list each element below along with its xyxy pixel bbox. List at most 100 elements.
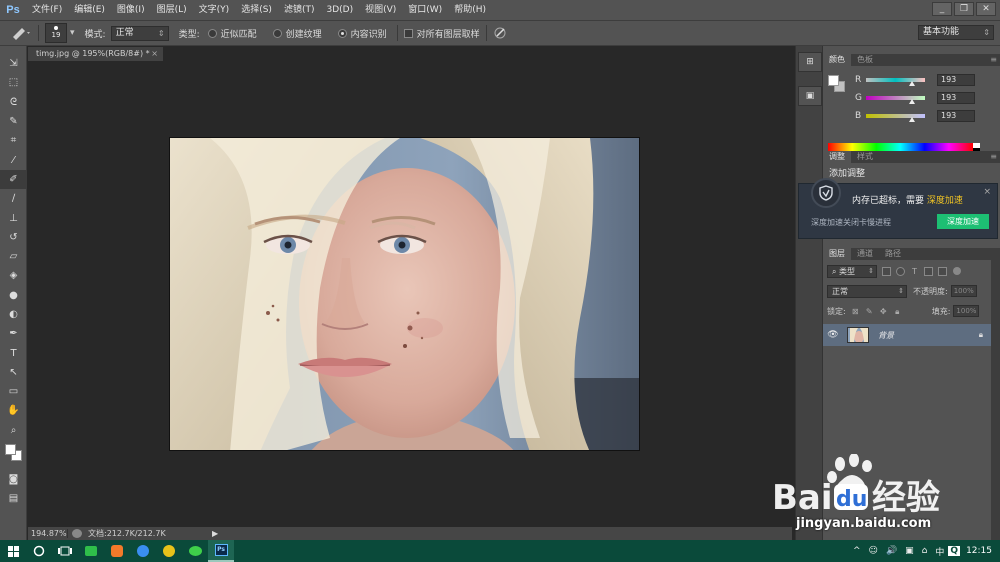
quick-mask-icon[interactable]: ◙ [0, 470, 27, 489]
fill-input[interactable]: 100% [953, 305, 980, 317]
history-panel-icon[interactable]: ⊞ [798, 52, 822, 72]
green-slider-thumb[interactable] [909, 99, 915, 104]
lock-position-icon[interactable]: ✥ [879, 307, 888, 316]
tab-adjustments[interactable]: 调整 [823, 151, 851, 163]
opacity-input[interactable]: 100% [950, 285, 977, 297]
screen-mode-icon[interactable]: ▤ [0, 489, 27, 508]
tray-overflow-icon[interactable]: ^ [849, 546, 865, 556]
close-document-icon[interactable]: × [151, 47, 158, 61]
brush-size-picker[interactable]: 19 [45, 23, 67, 43]
document-tab[interactable]: timg.jpg @ 195%(RGB/8#) * × [28, 47, 163, 61]
app-green-icon[interactable] [78, 540, 104, 562]
app-yellow-icon[interactable] [156, 540, 182, 562]
filter-adjustment-icon[interactable] [896, 266, 905, 276]
type-tool-icon[interactable]: T [0, 343, 27, 362]
path-select-tool-icon[interactable]: ↖ [0, 363, 27, 382]
menu-filter[interactable]: 滤镜(T) [278, 0, 321, 20]
clone-stamp-tool-icon[interactable]: ⊥ [0, 208, 27, 227]
zoom-tool-icon[interactable]: ⌕ [0, 421, 27, 440]
menu-3d[interactable]: 3D(D) [320, 0, 359, 20]
status-info-icon[interactable] [72, 529, 82, 538]
red-slider[interactable] [866, 78, 925, 86]
visibility-eye-icon[interactable]: 👁︎ [823, 330, 843, 340]
popup-title-link[interactable]: 深度加速 [927, 196, 963, 206]
layer-name[interactable]: 背景 [878, 330, 894, 341]
filter-toggle-icon[interactable] [953, 267, 961, 275]
radio-content-aware[interactable] [337, 28, 347, 38]
blue-value-input[interactable]: 193 [937, 110, 975, 122]
start-button-icon[interactable] [0, 540, 26, 562]
filter-type-icon[interactable]: T [910, 267, 919, 276]
dodge-tool-icon[interactable]: ◐ [0, 305, 27, 324]
brush-tool-icon[interactable]: ∕ [0, 189, 27, 208]
app-blue-icon[interactable] [130, 540, 156, 562]
zoom-level[interactable]: 194.87% [28, 529, 68, 538]
rectangle-tool-icon[interactable]: ▭ [0, 382, 27, 401]
deep-accelerate-button[interactable]: 深度加速 [937, 214, 989, 229]
minimize-button[interactable]: _ [932, 2, 952, 16]
menu-view[interactable]: 视图(V) [359, 0, 402, 20]
type-option-texture[interactable]: 创建纹理 [272, 27, 322, 40]
photoshop-taskbar-icon[interactable]: Ps [208, 540, 234, 562]
history-brush-tool-icon[interactable]: ↺ [0, 228, 27, 247]
green-slider[interactable] [866, 96, 925, 104]
pen-tool-icon[interactable]: ✒ [0, 324, 27, 343]
mode-select[interactable]: 正常 [110, 25, 169, 41]
green-value-input[interactable]: 193 [937, 92, 975, 104]
paint-bucket-tool-icon[interactable]: ◈ [0, 266, 27, 285]
blue-slider-thumb[interactable] [909, 117, 915, 122]
blur-tool-icon[interactable]: ● [0, 286, 27, 305]
layers-scrollbar[interactable] [991, 248, 1000, 540]
sample-all-layers-checkbox[interactable] [403, 28, 413, 38]
menu-image[interactable]: 图像(I) [111, 0, 151, 20]
menu-select[interactable]: 选择(S) [235, 0, 278, 20]
status-menu-arrow-icon[interactable]: ▶ [212, 529, 218, 538]
red-value-input[interactable]: 193 [937, 74, 975, 86]
red-slider-thumb[interactable] [909, 81, 915, 86]
tool-preset-picker[interactable] [10, 26, 32, 40]
panel-menu-icon[interactable]: ≡ [990, 54, 997, 66]
filter-pixel-icon[interactable] [882, 266, 891, 276]
brush-dropdown-icon[interactable]: ▾ [70, 28, 75, 38]
crop-tool-icon[interactable]: ⌗ [0, 131, 27, 150]
tray-q-icon[interactable]: Q [948, 546, 961, 556]
blue-slider[interactable] [866, 114, 925, 122]
menu-file[interactable]: 文件(F) [26, 0, 68, 20]
portrait-photo[interactable] [169, 137, 640, 451]
tray-app-icon[interactable]: ☺ [865, 546, 882, 556]
menu-edit[interactable]: 编辑(E) [68, 0, 111, 20]
eraser-tool-icon[interactable]: ▱ [0, 247, 27, 266]
tab-color[interactable]: 颜色 [823, 54, 851, 66]
tab-swatches[interactable]: 色板 [851, 54, 879, 66]
wechat-icon[interactable] [182, 540, 208, 562]
menu-layer[interactable]: 图层(L) [151, 0, 193, 20]
type-option-content-aware[interactable]: 内容识别 [337, 27, 387, 40]
layer-row-background[interactable]: 👁︎ 背景 🔒︎ [823, 324, 991, 346]
properties-panel-icon[interactable]: ▣ [798, 86, 822, 106]
foreground-color-swatch[interactable] [5, 443, 16, 455]
menu-help[interactable]: 帮助(H) [448, 0, 492, 20]
radio-texture[interactable] [272, 28, 282, 38]
cortana-icon[interactable] [26, 540, 52, 562]
network-icon[interactable]: ▣ [901, 546, 918, 556]
lock-all-icon[interactable]: 🔒︎ [893, 307, 902, 316]
canvas-area[interactable] [28, 61, 792, 527]
panel-foreground-swatch[interactable] [828, 75, 839, 86]
filter-smart-object-icon[interactable] [938, 266, 947, 276]
eyedropper-tool-icon[interactable]: ⁄ [0, 150, 27, 169]
layer-filter-select[interactable]: ⌕ 类型 [827, 264, 877, 278]
input-method-indicator[interactable]: 中 [931, 545, 948, 558]
radio-proximity[interactable] [207, 28, 217, 38]
move-tool-icon[interactable]: ⇲ [0, 54, 27, 73]
type-option-proximity[interactable]: 近似匹配 [207, 27, 257, 40]
task-view-icon[interactable] [52, 540, 78, 562]
tab-paths[interactable]: 路径 [879, 248, 907, 260]
tab-channels[interactable]: 通道 [851, 248, 879, 260]
spot-healing-tool-icon[interactable]: ✐ [0, 169, 27, 190]
restore-button[interactable]: ❐ [954, 2, 974, 16]
lasso-tool-icon[interactable]: ᘓ [0, 93, 27, 112]
quick-select-tool-icon[interactable]: ✎ [0, 112, 27, 131]
sample-all-layers-option[interactable]: 对所有图层取样 [403, 27, 480, 40]
lock-transparent-icon[interactable]: ⊠ [851, 307, 860, 316]
filter-shape-icon[interactable] [924, 266, 933, 276]
